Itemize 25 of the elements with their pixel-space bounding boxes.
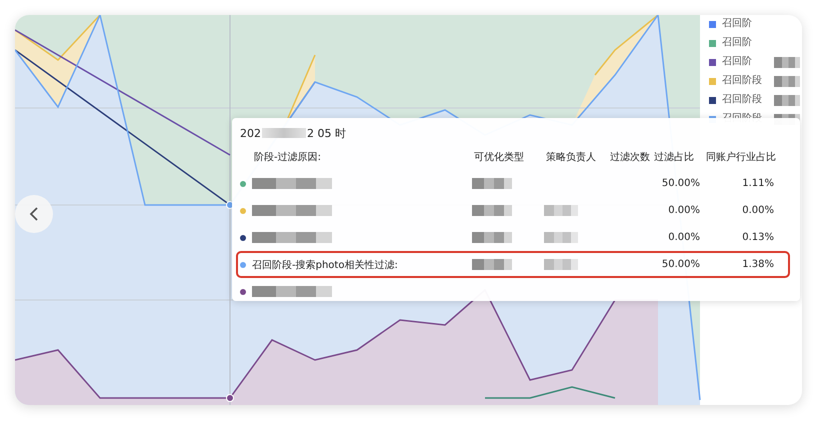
table-cell: 50.00%	[662, 178, 700, 189]
row-label: 召回阶段-搜索photo相关性过滤:	[252, 258, 399, 272]
redacted-block	[262, 128, 306, 138]
tooltip-title: 202	[240, 126, 261, 140]
column-header: 可优化类型	[473, 150, 525, 164]
column-header: 过滤占比	[653, 150, 695, 164]
table-cell: 1.38%	[742, 259, 774, 270]
legend-label[interactable]: 召回阶	[722, 36, 768, 50]
column-header: 策略负责人	[545, 150, 597, 164]
legend-label[interactable]: 召回阶	[722, 17, 768, 31]
table-cell: 50.00%	[662, 259, 700, 270]
table-cell: 0.00%	[668, 232, 700, 243]
legend-label[interactable]: 召回阶段	[722, 93, 768, 107]
legend-label[interactable]: 召回阶	[722, 55, 768, 69]
column-header: 阶段-过滤原因:	[253, 150, 322, 164]
data-point	[226, 394, 234, 402]
table-cell: 0.00%	[668, 205, 700, 216]
column-header: 过滤次数	[609, 150, 651, 164]
tooltip-title: 2 05 时	[307, 126, 346, 140]
legend-label[interactable]: 召回阶段	[722, 74, 768, 88]
table-cell: 0.00%	[742, 205, 774, 216]
chevron-left-icon	[29, 206, 39, 222]
table-cell: 1.11%	[742, 178, 774, 189]
table-cell: 0.13%	[742, 232, 774, 243]
column-header: 同账户行业占比	[705, 150, 777, 164]
